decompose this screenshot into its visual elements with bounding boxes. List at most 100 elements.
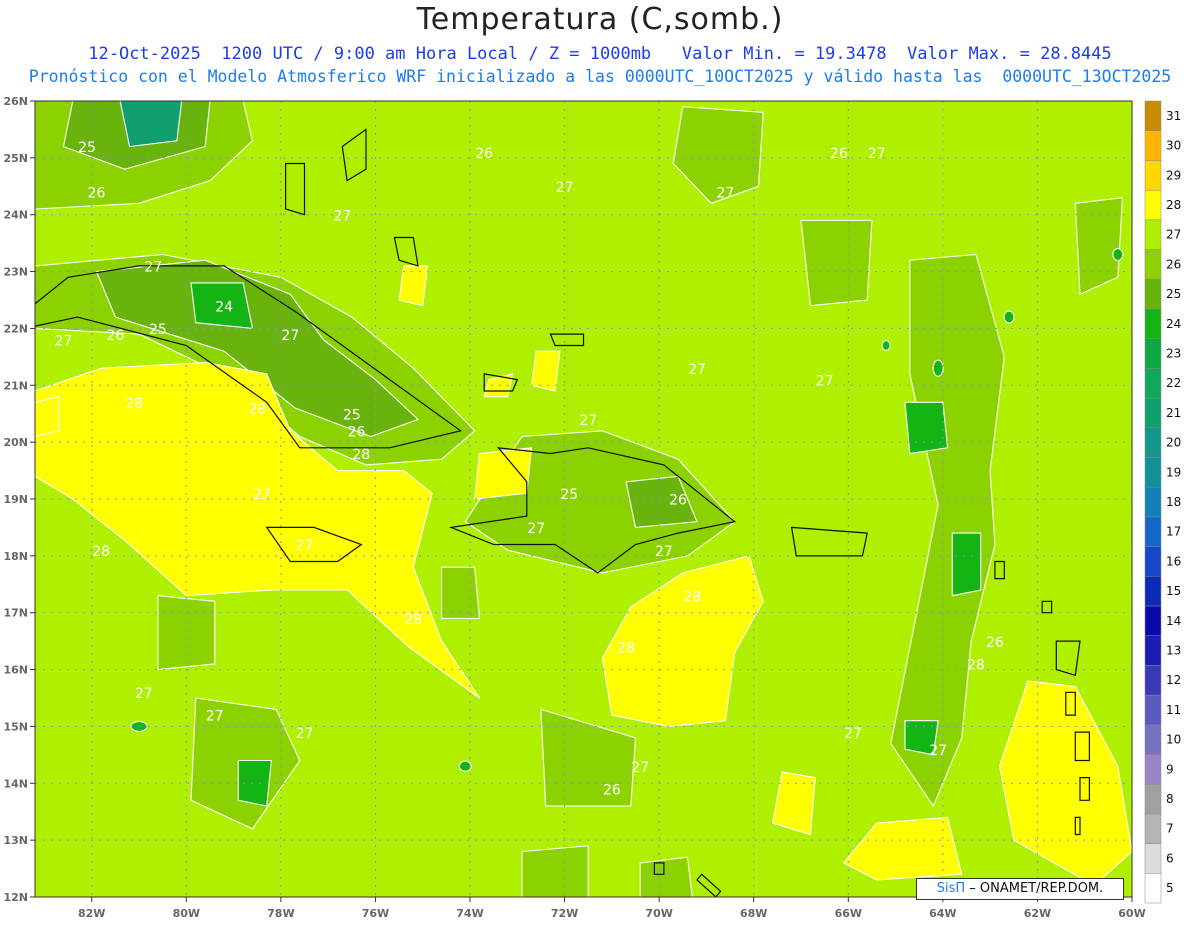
credit-box: SisΠ – ONAMET/REP.DOM. xyxy=(916,878,1124,900)
colorbar-swatch xyxy=(1144,160,1162,191)
x-tick-label: 68W xyxy=(740,907,767,920)
field-region-26 xyxy=(800,219,873,307)
contour-label: 28 xyxy=(404,612,422,628)
colorbar-label: 29 xyxy=(1166,168,1181,182)
colorbar-swatch xyxy=(1144,219,1162,250)
contour-label: 27 xyxy=(844,726,862,742)
colorbar-label: 16 xyxy=(1166,554,1181,568)
colorbar-swatch xyxy=(1144,724,1162,755)
colorbar-label: 9 xyxy=(1166,762,1174,776)
colorbar-swatch xyxy=(1144,189,1162,221)
contour-label: 27 xyxy=(296,726,314,742)
colorbar-swatch xyxy=(1144,665,1162,696)
colorbar-swatch xyxy=(1144,308,1162,339)
contour-label: 27 xyxy=(54,333,72,349)
y-tick-label: 20N xyxy=(3,436,28,449)
colorbar-swatch xyxy=(1144,100,1162,131)
contour-label: 28 xyxy=(967,658,985,674)
colorbar-label: 20 xyxy=(1166,436,1181,450)
contour-label: 24 xyxy=(215,299,233,315)
colorbar-swatch xyxy=(1144,783,1162,815)
contour-label: 27 xyxy=(716,186,734,202)
colorbar-label: 23 xyxy=(1166,346,1181,360)
contour-label: 26 xyxy=(669,493,687,509)
x-tick-label: 62W xyxy=(1024,907,1051,920)
contour-label: 26 xyxy=(830,146,848,162)
colorbar-swatch xyxy=(1144,457,1162,488)
y-tick-label: 17N xyxy=(3,607,28,620)
contour-label: 27 xyxy=(655,544,673,560)
field-region-25 xyxy=(881,339,891,352)
colorbar-label: 25 xyxy=(1166,287,1181,301)
y-tick-label: 16N xyxy=(3,664,28,677)
contour-label: 26 xyxy=(348,424,366,440)
y-tick-label: 19N xyxy=(3,493,28,506)
contour-label: 28 xyxy=(125,396,143,412)
field-region-25 xyxy=(1003,310,1015,324)
contour-label: 25 xyxy=(149,322,167,338)
contour-label: 27 xyxy=(253,487,271,503)
field-region-28 xyxy=(35,396,60,438)
colorbar-label: 17 xyxy=(1166,525,1181,539)
colorbar-label: 6 xyxy=(1166,851,1174,865)
colorbar-label: 11 xyxy=(1166,703,1181,717)
contour-label: 27 xyxy=(631,760,649,776)
contour-label: 27 xyxy=(816,373,834,389)
contour-label: 27 xyxy=(688,362,706,378)
colorbar-label: 24 xyxy=(1166,317,1181,331)
x-tick-label: 66W xyxy=(835,907,862,920)
field-region-25 xyxy=(932,359,944,377)
y-tick-label: 12N xyxy=(3,891,28,904)
colorbar-label: 12 xyxy=(1166,673,1181,687)
colorbar-label: 31 xyxy=(1166,109,1181,123)
x-tick-label: 76W xyxy=(362,907,389,920)
contour-label: 28 xyxy=(617,641,635,657)
y-tick-label: 22N xyxy=(3,322,28,335)
y-tick-label: 23N xyxy=(3,266,28,279)
contour-label: 26 xyxy=(475,146,493,162)
contour-label: 27 xyxy=(333,208,351,224)
colorbar-label: 18 xyxy=(1166,495,1181,509)
colorbar-swatch xyxy=(1144,486,1162,518)
y-tick-label: 18N xyxy=(3,550,28,563)
field-region-20 xyxy=(119,101,183,148)
field-region-26 xyxy=(639,856,693,897)
colorbar-swatch xyxy=(1144,130,1162,161)
contour-label: 27 xyxy=(296,538,314,554)
colorbar-label: 30 xyxy=(1166,139,1181,153)
colorbar-swatch xyxy=(1144,278,1162,310)
brand-label: SisΠ xyxy=(936,881,966,896)
x-tick-label: 78W xyxy=(267,907,294,920)
colorbar-swatch xyxy=(1144,249,1162,280)
colorbar-label: 26 xyxy=(1166,257,1181,271)
x-tick-label: 82W xyxy=(78,907,105,920)
colorbar-label: 13 xyxy=(1166,644,1181,658)
contour-label: 27 xyxy=(929,743,947,759)
field-region-25 xyxy=(904,401,949,455)
colorbar-label: 10 xyxy=(1166,733,1181,747)
y-tick-label: 26N xyxy=(3,95,28,108)
contour-label: 25 xyxy=(343,407,361,423)
y-tick-label: 14N xyxy=(3,777,28,790)
colorbar-swatch xyxy=(1144,843,1162,874)
x-tick-label: 60W xyxy=(1118,907,1145,920)
contour-label: 26 xyxy=(603,783,621,799)
colorbar-swatch xyxy=(1144,873,1162,904)
x-tick-label: 72W xyxy=(551,907,578,920)
field-region-25 xyxy=(951,532,982,597)
contour-label: 27 xyxy=(556,180,574,196)
colorbar: 5 6 7 8 9 10 11 12 13 14 15 16 17 18 19 20 21 22 23 24 25 26 2… xyxy=(1144,100,1181,904)
field-region-28 xyxy=(474,447,533,500)
colorbar-swatch xyxy=(1144,516,1162,547)
contour-label: 25 xyxy=(560,487,578,503)
subtitle-model-info: Pronóstico con el Modelo Atmosferico WRF… xyxy=(28,67,1172,86)
contour-label: 27 xyxy=(206,709,224,725)
temperature-map: 25262724252627 272728 28 2526282728 27282625… xyxy=(3,95,1181,920)
colorbar-swatch xyxy=(1144,754,1162,785)
contour-label: 26 xyxy=(986,635,1004,651)
colorbar-label: 27 xyxy=(1166,228,1181,242)
contour-label: 27 xyxy=(281,328,299,344)
colorbar-label: 14 xyxy=(1166,614,1181,628)
colorbar-label: 5 xyxy=(1166,881,1174,895)
colorbar-swatch xyxy=(1144,635,1162,666)
